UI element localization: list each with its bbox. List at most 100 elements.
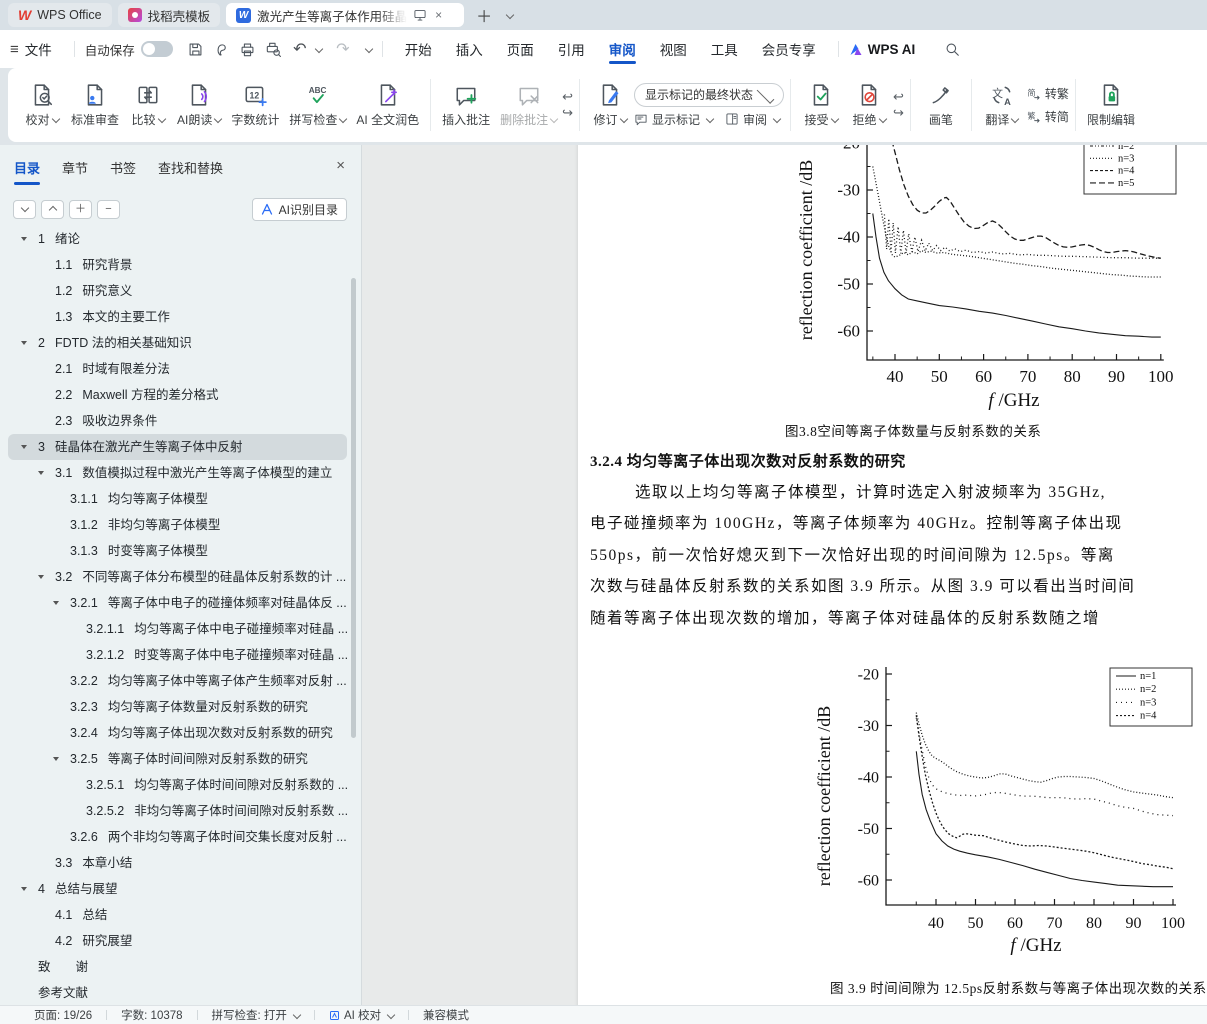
- compare-button[interactable]: 比较: [124, 83, 172, 128]
- toc-item[interactable]: 3.2.1 等离子体中电子的碰撞体频率对硅晶体反 ...: [0, 590, 347, 616]
- toc-item[interactable]: 1 绪论: [0, 226, 347, 252]
- ai-proofread-status[interactable]: AI 校对: [329, 1007, 396, 1023]
- sidebar-tab-toc[interactable]: 目录: [14, 154, 41, 185]
- autosave-toggle[interactable]: [140, 41, 173, 57]
- search-icon[interactable]: [939, 37, 965, 61]
- undo-icon[interactable]: ↶: [287, 37, 313, 61]
- toc-item[interactable]: 3.1.2 非均匀等离子体模型: [0, 512, 347, 538]
- ink-pen-button[interactable]: 画笔: [917, 83, 965, 128]
- toc-item[interactable]: 3.1.3 时变等离子体模型: [0, 538, 347, 564]
- reject-change-button[interactable]: 拒绝: [845, 83, 893, 128]
- expand-all-button[interactable]: [13, 199, 36, 219]
- word-count-button[interactable]: 12 字数统计: [226, 83, 284, 128]
- markup-state-select[interactable]: 显示标记的最终状态: [634, 82, 785, 107]
- toc-item[interactable]: 2 FDTD 法的相关基础知识: [0, 330, 347, 356]
- track-changes-button[interactable]: 修订: [586, 83, 634, 128]
- menu-page[interactable]: 页面: [495, 30, 546, 68]
- standard-review-button[interactable]: 标准审查: [66, 83, 124, 128]
- menu-reference[interactable]: 引用: [546, 30, 597, 68]
- previous-change-icon[interactable]: ↩: [893, 90, 904, 104]
- accept-change-button[interactable]: 接受: [797, 83, 845, 128]
- restrict-editing-button[interactable]: 限制编辑: [1082, 83, 1140, 128]
- hamburger-menu-icon[interactable]: ≡: [10, 41, 19, 58]
- export-icon[interactable]: [209, 37, 235, 61]
- toc-item[interactable]: 3 硅晶体在激光产生等离子体中反射: [8, 434, 347, 460]
- menu-view[interactable]: 视图: [648, 30, 699, 68]
- next-comment-icon[interactable]: ↪: [562, 106, 573, 120]
- sidebar-tab-find-replace[interactable]: 查找和替换: [158, 154, 223, 181]
- toc-item[interactable]: 3.2.5 等离子体时间间隙对反射系数的研究: [0, 746, 347, 772]
- toc-item[interactable]: 3.2.4 均匀等离子体出现次数对反射系数的研究: [0, 720, 347, 746]
- caret-down-icon[interactable]: [21, 237, 27, 241]
- previous-comment-icon[interactable]: ↩: [562, 90, 573, 104]
- next-change-icon[interactable]: ↪: [893, 106, 904, 120]
- translate-button[interactable]: 文A 翻译: [978, 83, 1026, 128]
- sidebar-tab-bookmarks[interactable]: 书签: [110, 154, 136, 181]
- toc-item[interactable]: 3.2.3 均匀等离子体数量对反射系数的研究: [0, 694, 347, 720]
- insert-comment-button[interactable]: 插入批注: [437, 83, 495, 128]
- tab-wps-office[interactable]: W WPS Office: [8, 3, 112, 27]
- toc-item[interactable]: 3.2.5.1 均匀等离子体时间间隙对反射系数的 ...: [0, 772, 347, 798]
- toc-item[interactable]: 3.2 不同等离子体分布模型的硅晶体反射系数的计 ...: [0, 564, 347, 590]
- proofread-button[interactable]: 校对: [18, 83, 66, 128]
- show-markup-button[interactable]: 显示标记: [634, 111, 715, 128]
- menu-insert[interactable]: 插入: [444, 30, 495, 68]
- spellcheck-status[interactable]: 拼写检查: 打开: [212, 1007, 302, 1023]
- zoom-in-button[interactable]: ＋: [69, 199, 92, 219]
- toc-item[interactable]: 2.3 吸收边界条件: [0, 408, 347, 434]
- close-sidebar-icon[interactable]: ×: [336, 157, 345, 174]
- print-icon[interactable]: [235, 37, 261, 61]
- toc-item[interactable]: 2.1 时域有限差分法: [0, 356, 347, 382]
- word-count-indicator[interactable]: 字数: 10378: [121, 1007, 182, 1023]
- zoom-out-button[interactable]: −: [97, 199, 120, 219]
- toc-item[interactable]: 4 总结与展望: [0, 876, 347, 902]
- file-menu[interactable]: 文件: [23, 30, 64, 68]
- sidebar-scrollbar[interactable]: [351, 278, 356, 738]
- toc-item[interactable]: 1.2 研究意义: [0, 278, 347, 304]
- toc-item[interactable]: 1.3 本文的主要工作: [0, 304, 347, 330]
- delete-comment-button[interactable]: 删除批注: [495, 83, 562, 128]
- new-tab-icon[interactable]: ＋: [470, 3, 498, 27]
- caret-down-icon[interactable]: [21, 445, 27, 449]
- toc-item[interactable]: 3.2.2 均匀等离子体中等离子体产生频率对反射 ...: [0, 668, 347, 694]
- caret-down-icon[interactable]: [53, 757, 59, 761]
- spell-check-button[interactable]: ABC 拼写检查: [284, 83, 351, 128]
- undo-chevron-icon[interactable]: [314, 44, 324, 54]
- toc-item[interactable]: 2.2 Maxwell 方程的差分格式: [0, 382, 347, 408]
- ai-polish-button[interactable]: AI 全文润色: [351, 83, 424, 128]
- toc-item[interactable]: 致 谢: [0, 954, 347, 980]
- review-pane-button[interactable]: 审阅: [725, 111, 782, 128]
- caret-down-icon[interactable]: [38, 575, 44, 579]
- document-page[interactable]: -20-30-40-50-60405060708090100n=2n=3n=4n…: [578, 145, 1207, 1005]
- menu-member[interactable]: 会员专享: [750, 30, 828, 68]
- caret-down-icon[interactable]: [38, 471, 44, 475]
- sidebar-tab-chapters[interactable]: 章节: [62, 154, 88, 181]
- toc-item[interactable]: 4.2 研究展望: [0, 928, 347, 954]
- wps-ai-button[interactable]: WPS AI: [849, 42, 915, 57]
- print-preview-icon[interactable]: [261, 37, 287, 61]
- menu-home[interactable]: 开始: [393, 30, 444, 68]
- menu-review[interactable]: 审阅: [597, 30, 648, 68]
- tab-docer-templates[interactable]: 找稻壳模板: [117, 3, 221, 27]
- ai-recognize-toc-button[interactable]: AI识别目录: [251, 197, 347, 221]
- toc-item[interactable]: 1.1 研究背景: [0, 252, 347, 278]
- tab-current-document[interactable]: W 激光产生等离子体作用硅晶体 ×: [226, 3, 465, 27]
- monitor-icon[interactable]: [413, 8, 427, 22]
- caret-down-icon[interactable]: [21, 341, 27, 345]
- page-indicator[interactable]: 页面: 19/26: [34, 1007, 92, 1023]
- save-icon[interactable]: [183, 37, 209, 61]
- caret-down-icon[interactable]: [21, 887, 27, 891]
- caret-down-icon[interactable]: [53, 601, 59, 605]
- to-simplified-button[interactable]: 繁 转简: [1026, 108, 1069, 125]
- toc-item[interactable]: 3.2.6 两个非均匀等离子体时间交集长度对反射 ...: [0, 824, 347, 850]
- toc-item[interactable]: 3.2.1.1 均匀等离子体中电子碰撞频率对硅晶 ...: [0, 616, 347, 642]
- ai-read-aloud-button[interactable]: AI朗读: [172, 83, 226, 128]
- toc-item[interactable]: 3.2.5.2 非均匀等离子体时间间隙对反射系数 ...: [0, 798, 347, 824]
- toc-item[interactable]: 参考文献: [0, 980, 347, 1005]
- toc-item[interactable]: 3.1 数值模拟过程中激光产生等离子体模型的建立: [0, 460, 347, 486]
- customize-toolbar-chevron-icon[interactable]: [364, 44, 374, 54]
- tab-list-chevron-icon[interactable]: [505, 10, 515, 20]
- toc-item[interactable]: 3.1.1 均匀等离子体模型: [0, 486, 347, 512]
- redo-icon[interactable]: ↷: [330, 37, 356, 61]
- toc-item[interactable]: 3.2.1.2 时变等离子体中电子碰撞频率对硅晶 ...: [0, 642, 347, 668]
